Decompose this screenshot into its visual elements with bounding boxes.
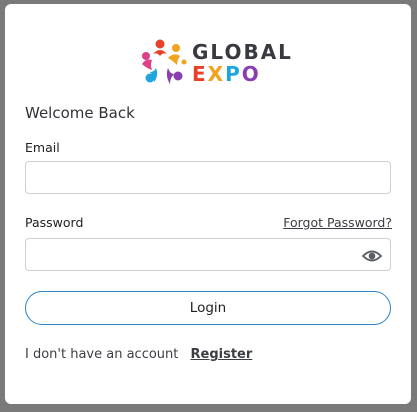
login-button[interactable]: Login	[25, 291, 391, 325]
no-account-text: I don't have an account	[25, 347, 179, 362]
password-field[interactable]	[25, 238, 391, 271]
email-field[interactable]	[25, 161, 391, 194]
email-label: Email	[25, 140, 60, 155]
login-card: GLOBAL EXPO Welcome Back Email Password …	[5, 4, 411, 404]
forgot-password-link[interactable]: Forgot Password?	[283, 215, 392, 230]
logo-word-global: GLOBAL	[192, 40, 293, 64]
eye-icon[interactable]	[361, 248, 383, 262]
register-link[interactable]: Register	[191, 347, 253, 362]
page-title: Welcome Back	[25, 104, 135, 122]
global-expo-logo: GLOBAL EXPO	[140, 38, 293, 94]
logo-word-expo: EXPO	[192, 64, 293, 84]
logo-letter: X	[207, 62, 226, 86]
people-circle-logo-icon	[142, 39, 187, 84]
logo-letter: O	[241, 62, 261, 86]
logo-letter: E	[192, 62, 208, 86]
logo-wordmark: GLOBAL EXPO	[192, 42, 293, 84]
register-prompt-row: I don't have an account Register	[25, 347, 252, 362]
password-label: Password	[25, 215, 84, 230]
logo-letter: P	[225, 62, 242, 86]
